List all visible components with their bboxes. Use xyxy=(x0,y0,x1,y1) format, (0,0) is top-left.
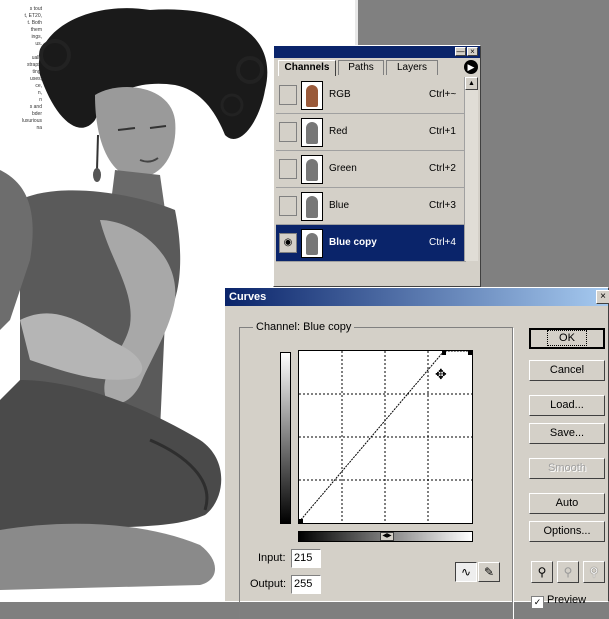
channel-label: Channel: Blue copy xyxy=(253,321,355,333)
channel-thumbnail xyxy=(301,155,323,184)
channel-shortcut: Ctrl+1 xyxy=(429,126,456,137)
preview-label: Preview xyxy=(547,594,587,606)
input-label: Input: xyxy=(258,552,286,564)
channel-scrollbar[interactable]: ▲ xyxy=(464,77,478,261)
gray-eyedropper-icon[interactable]: ⚲ xyxy=(557,561,579,583)
channel-name: Blue xyxy=(329,200,350,211)
load-button[interactable]: Load... xyxy=(529,395,605,416)
smooth-button[interactable]: Smooth xyxy=(529,458,605,479)
tab-layers[interactable]: Layers xyxy=(386,60,438,75)
minimize-icon[interactable]: — xyxy=(455,47,466,56)
channel-list: RGB Ctrl+~ Red Ctrl+1 Green Ctrl+2 Blue … xyxy=(276,77,466,262)
curve-point[interactable] xyxy=(299,519,303,523)
scroll-up-icon[interactable]: ▲ xyxy=(465,77,478,90)
input-gradient-bar: ◀▶ xyxy=(298,531,473,542)
curves-titlebar[interactable]: Curves xyxy=(225,288,608,306)
auto-button[interactable]: Auto xyxy=(529,493,605,514)
channel-row-blue-copy[interactable]: ◉ Blue copy Ctrl+4 xyxy=(276,225,466,262)
eye-icon: ◉ xyxy=(283,237,293,248)
visibility-toggle[interactable]: ◉ xyxy=(279,233,297,253)
output-field[interactable]: 255 xyxy=(291,575,321,594)
move-cursor-icon: ✥ xyxy=(435,366,447,382)
channel-name: Blue copy xyxy=(329,237,377,248)
channel-thumbnail xyxy=(301,81,323,110)
channel-name: Red xyxy=(329,126,348,137)
channel-shortcut: Ctrl+~ xyxy=(429,89,457,100)
visibility-toggle[interactable] xyxy=(279,159,297,179)
palette-menu-arrow-icon[interactable]: ▶ xyxy=(464,60,478,74)
pencil-tool-icon[interactable]: ✎ xyxy=(478,562,500,582)
channel-shortcut: Ctrl+4 xyxy=(429,237,456,248)
channel-shortcut: Ctrl+2 xyxy=(429,163,456,174)
ok-button[interactable]: OK xyxy=(529,328,605,349)
channel-shortcut: Ctrl+3 xyxy=(429,200,456,211)
close-icon[interactable]: × xyxy=(596,290,609,304)
channels-palette: — × Channels Paths Layers ▶ RGB Ctrl+~ R… xyxy=(273,45,481,287)
visibility-toggle[interactable] xyxy=(279,196,297,216)
channel-thumbnail xyxy=(301,192,323,221)
palette-titlebar[interactable]: — × xyxy=(274,46,480,58)
white-eyedropper-icon[interactable]: ⚲ xyxy=(583,561,605,583)
curve-point[interactable] xyxy=(442,351,447,355)
output-label: Output: xyxy=(250,578,287,590)
visibility-toggle[interactable] xyxy=(279,122,297,142)
palette-tabs: Channels Paths Layers xyxy=(276,60,476,76)
curve-tool-icon[interactable]: ∿ xyxy=(455,562,477,582)
visibility-toggle[interactable] xyxy=(279,85,297,105)
channel-name: Green xyxy=(329,163,357,174)
output-gradient-bar xyxy=(280,352,291,524)
channel-row-blue[interactable]: Blue Ctrl+3 xyxy=(276,188,466,225)
ok-label: OK xyxy=(547,330,587,346)
channel-label-text: Channel: xyxy=(256,321,301,333)
tab-paths[interactable]: Paths xyxy=(338,60,384,75)
channel-value: Blue copy xyxy=(303,321,352,333)
checkbox-icon[interactable]: ✓ xyxy=(531,596,544,609)
input-field[interactable]: 215 xyxy=(291,549,321,568)
channel-row-rgb[interactable]: RGB Ctrl+~ xyxy=(276,77,466,114)
black-eyedropper-icon[interactable]: ⚲ xyxy=(531,561,553,583)
gradient-toggle-icon[interactable]: ◀▶ xyxy=(380,532,394,541)
channel-thumbnail xyxy=(301,229,323,258)
channel-row-red[interactable]: Red Ctrl+1 xyxy=(276,114,466,151)
curves-dialog: Curves × Channel: Blue copy ✥ ◀▶ Input: … xyxy=(224,287,609,619)
channel-row-green[interactable]: Green Ctrl+2 xyxy=(276,151,466,188)
save-button[interactable]: Save... xyxy=(529,423,605,444)
cancel-button[interactable]: Cancel xyxy=(529,360,605,381)
channel-name: RGB xyxy=(329,89,351,100)
options-button[interactable]: Options... xyxy=(529,521,605,542)
tab-channels[interactable]: Channels xyxy=(278,60,336,76)
close-icon[interactable]: × xyxy=(467,47,478,56)
curve-point[interactable] xyxy=(468,351,472,355)
channel-thumbnail xyxy=(301,118,323,147)
